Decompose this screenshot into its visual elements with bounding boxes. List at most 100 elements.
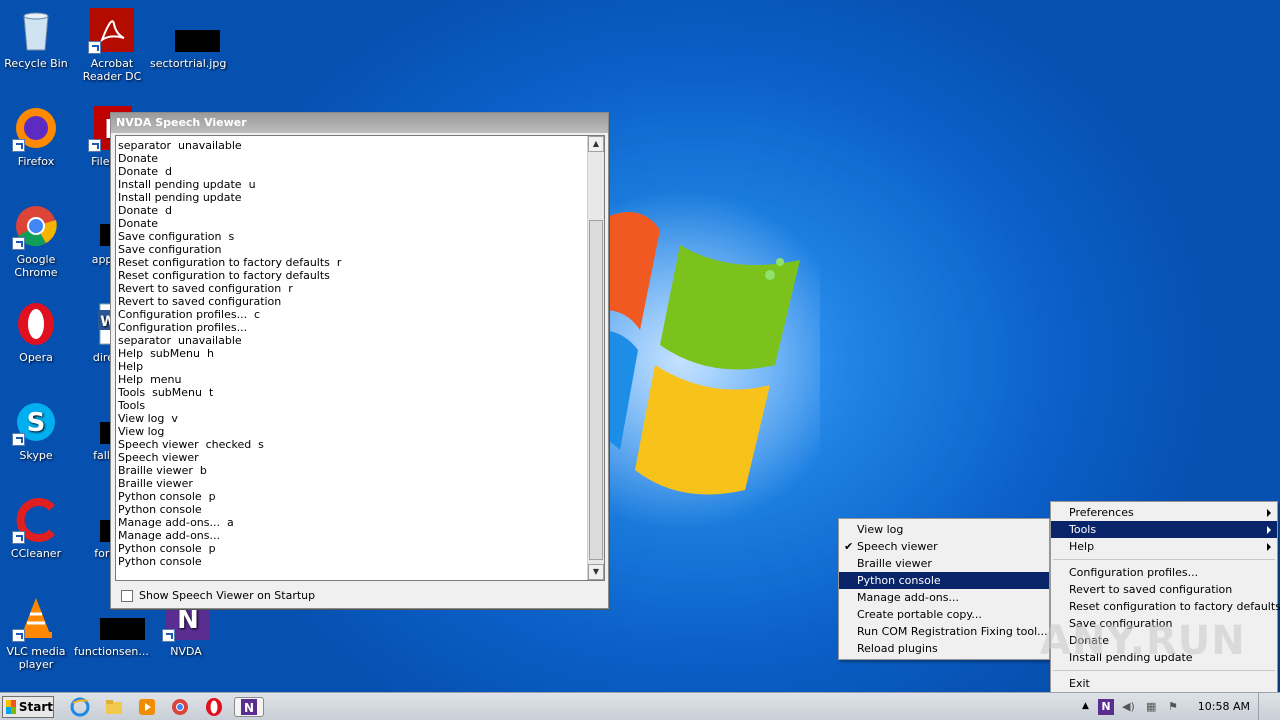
speech-line: Configuration profiles... xyxy=(118,321,248,334)
desktop-icon-vlc[interactable]: VLC media player xyxy=(0,594,72,671)
checkbox-box[interactable] xyxy=(121,589,133,602)
speech-line: Help xyxy=(118,360,144,373)
menu-item-help[interactable]: Help xyxy=(1051,538,1277,555)
desktop-icon-acrobat-reader[interactable]: Acrobat Reader DC xyxy=(76,6,148,83)
network-icon[interactable]: ▦ xyxy=(1146,700,1156,713)
menu-item-reload-plugins[interactable]: Reload plugins xyxy=(839,640,1049,657)
menu-item-label: Run COM Registration Fixing tool... xyxy=(857,625,1048,638)
speech-line: Python console xyxy=(118,503,202,516)
speech-line: separator unavailable xyxy=(118,334,242,347)
speech-line: Save configuration xyxy=(118,243,222,256)
opera-taskbar-icon[interactable] xyxy=(204,697,224,717)
menu-item-python-console[interactable]: Python console xyxy=(839,572,1049,589)
speech-viewer-window[interactable]: NVDA Speech Viewer Exitseparator unavail… xyxy=(110,112,609,609)
recycle-bin-icon xyxy=(12,6,60,54)
desktop-icon-firefox[interactable]: Firefox xyxy=(0,104,72,168)
watermark: ANY.RUN xyxy=(1040,618,1246,664)
desktop-icon-google-chrome[interactable]: Google Chrome xyxy=(0,202,72,279)
speech-text-area[interactable]: Exitseparator unavailableDonateDonate dI… xyxy=(115,135,605,581)
menu-item-revert-to-saved-configuration[interactable]: Revert to saved configuration xyxy=(1051,581,1277,598)
speech-line: Reset configuration to factory defaults … xyxy=(118,256,342,269)
menu-item-speech-viewer[interactable]: ✔ Speech viewer xyxy=(839,538,1049,555)
menu-item-label: View log xyxy=(857,523,904,536)
nvda-tray-icon[interactable]: N xyxy=(1098,699,1114,715)
window-title[interactable]: NVDA Speech Viewer xyxy=(111,113,608,133)
desktop-icon-label: Firefox xyxy=(17,155,55,168)
speech-line: Tools subMenu t xyxy=(118,386,214,399)
scrollbar-thumb[interactable] xyxy=(589,220,603,560)
speech-line: Donate d xyxy=(118,165,172,178)
menu-item-exit[interactable]: Exit xyxy=(1051,675,1277,692)
speech-line: Manage add-ons... xyxy=(118,529,220,542)
speech-line: Donate xyxy=(118,217,158,230)
desktop-icon-recycle-bin[interactable]: Recycle Bin xyxy=(0,6,72,70)
desktop-icon-label: Acrobat Reader DC xyxy=(82,57,142,83)
speech-line: Tools xyxy=(118,399,146,412)
menu-item-tools[interactable]: Tools xyxy=(1051,521,1277,538)
speech-line: Braille viewer xyxy=(118,477,193,490)
speech-line: separator unavailable xyxy=(118,139,242,152)
speech-line: Donate d xyxy=(118,204,172,217)
opera-icon xyxy=(12,300,60,348)
menu-item-braille-viewer[interactable]: Braille viewer xyxy=(839,555,1049,572)
speech-line: Reset configuration to factory defaults xyxy=(118,269,330,282)
vlc-cone-icon xyxy=(12,594,60,642)
submenu-arrow-icon xyxy=(1267,543,1271,551)
speech-line: Install pending update xyxy=(118,191,242,204)
desktop-icon-sectortrial[interactable]: sectortrial.jpg xyxy=(150,6,226,70)
desktop-icon-label: sectortrial.jpg xyxy=(150,57,227,70)
desktop-icon-label: CCleaner xyxy=(10,547,62,560)
speech-line: Install pending update u xyxy=(118,178,256,191)
firefox-icon xyxy=(12,104,60,152)
menu-item-manage-add-ons[interactable]: Manage add-ons... xyxy=(839,589,1049,606)
menu-item-label: Reload plugins xyxy=(857,642,938,655)
tools-submenu: View log ✔ Speech viewer Braille viewer Pyth… xyxy=(838,518,1050,660)
desktop-icon-opera[interactable]: Opera xyxy=(0,300,72,364)
nvda-taskbar-icon[interactable]: N xyxy=(234,697,264,717)
scroll-up-icon[interactable]: ▲ xyxy=(588,136,604,152)
taskbar: Start N ▲ N ◀) ▦ ⚑ 10:58 AM xyxy=(0,692,1280,720)
menu-item-create-portable-copy[interactable]: Create portable copy... xyxy=(839,606,1049,623)
vertical-scrollbar[interactable]: ▲ ▼ xyxy=(587,136,604,580)
show-on-startup-checkbox[interactable]: Show Speech Viewer on Startup xyxy=(121,589,315,602)
menu-item-run-com-registration-fixing-tool[interactable]: Run COM Registration Fixing tool... xyxy=(839,623,1049,640)
speech-line: Save configuration s xyxy=(118,230,235,243)
menu-item-reset-configuration-to-factory-defaults[interactable]: Reset configuration to factory defaults xyxy=(1051,598,1280,615)
action-center-icon[interactable]: ⚑ xyxy=(1168,700,1178,713)
show-hidden-icons-icon[interactable]: ▲ xyxy=(1082,701,1089,711)
skype-icon: S xyxy=(12,398,60,446)
menu-item-label: Speech viewer xyxy=(857,540,938,553)
submenu-arrow-icon xyxy=(1267,509,1271,517)
menu-item-label: Revert to saved configuration xyxy=(1069,583,1233,596)
shortcut-arrow-icon xyxy=(88,41,101,54)
start-button[interactable]: Start xyxy=(2,696,54,718)
desktop-icon-ccleaner[interactable]: CCleaner xyxy=(0,496,72,560)
volume-icon[interactable]: ◀) xyxy=(1122,700,1135,713)
shortcut-arrow-icon xyxy=(12,629,25,642)
show-desktop-button[interactable] xyxy=(1258,693,1280,720)
windows-flag-icon xyxy=(6,700,16,714)
speech-line: Python console xyxy=(118,555,202,568)
desktop-icon-label: Opera xyxy=(19,351,53,364)
shortcut-arrow-icon xyxy=(162,629,175,642)
shortcut-arrow-icon xyxy=(12,237,25,250)
file-explorer-icon[interactable] xyxy=(104,697,124,717)
clock[interactable]: 10:58 AM xyxy=(1198,700,1250,713)
desktop: Recycle Bin Firefox Google Chrome Opera … xyxy=(0,0,1280,692)
menu-separator xyxy=(1051,666,1277,675)
menu-item-preferences[interactable]: Preferences xyxy=(1051,504,1277,521)
scroll-down-icon[interactable]: ▼ xyxy=(588,564,604,580)
desktop-icon-skype[interactable]: S Skype xyxy=(0,398,72,462)
checkbox-label: Show Speech Viewer on Startup xyxy=(139,589,316,602)
speech-line: Revert to saved configuration xyxy=(118,295,282,308)
speech-line: Speech viewer checked s xyxy=(118,438,264,451)
menu-item-configuration-profiles[interactable]: Configuration profiles... xyxy=(1051,564,1277,581)
media-player-icon[interactable] xyxy=(137,697,157,717)
menu-item-view-log[interactable]: View log xyxy=(839,521,1049,538)
chrome-taskbar-icon[interactable] xyxy=(170,697,190,717)
internet-explorer-icon[interactable] xyxy=(70,697,90,717)
menu-item-label: Braille viewer xyxy=(857,557,932,570)
speech-line: Python console p xyxy=(118,490,216,503)
shortcut-arrow-icon xyxy=(12,433,25,446)
speech-line: Help subMenu h xyxy=(118,347,214,360)
